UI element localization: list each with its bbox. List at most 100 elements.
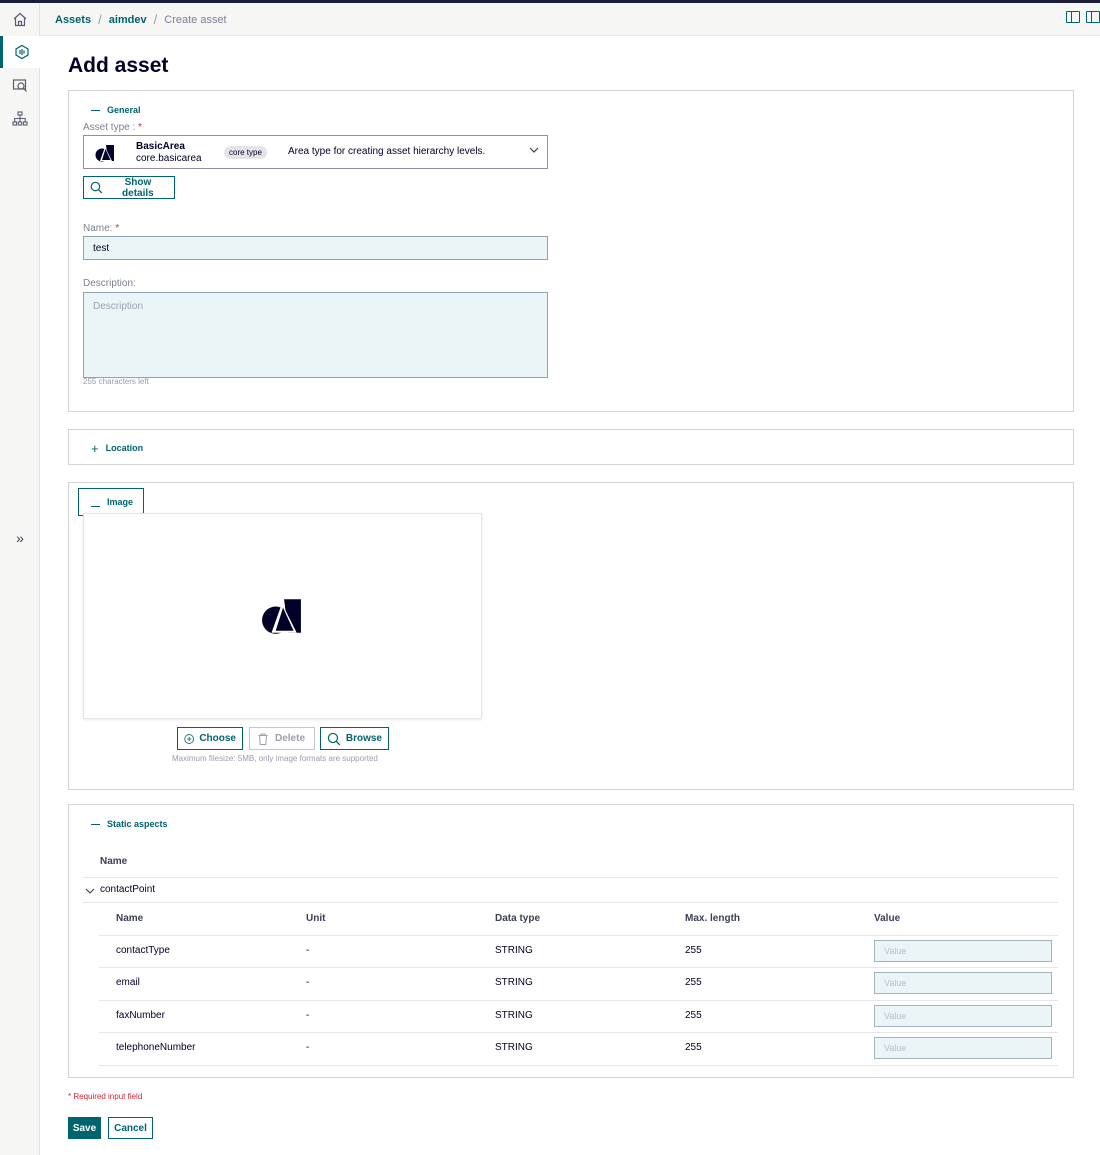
search-icon	[90, 181, 103, 194]
required-field-note: * Required input field	[68, 1092, 143, 1101]
breadcrumb-assets[interactable]: Assets	[55, 14, 91, 26]
delete-label: Delete	[275, 733, 306, 744]
location-panel: + Location	[68, 429, 1074, 465]
row-type: STRING	[495, 977, 533, 988]
basic-area-logo-icon	[95, 145, 114, 162]
description-field[interactable]: Description	[83, 292, 548, 378]
column-max-length: Max. length	[685, 913, 741, 924]
breadcrumb-separator: /	[98, 12, 102, 27]
show-details-button[interactable]: Show details	[83, 176, 175, 199]
row-max: 255	[685, 977, 702, 988]
row-type: STRING	[495, 945, 533, 956]
column-value: Value	[874, 913, 901, 924]
row-name: email	[116, 977, 140, 988]
chevron-down-icon	[529, 147, 539, 153]
name-field[interactable]: test	[83, 236, 548, 260]
outer-name-header: Name	[100, 856, 128, 867]
asset-manager-icon[interactable]	[0, 36, 40, 68]
right-panel-toggle-icon[interactable]	[1086, 11, 1100, 23]
add-circle-icon	[184, 733, 194, 744]
home-icon[interactable]	[0, 3, 40, 35]
basic-area-logo-icon	[262, 599, 301, 634]
image-section-head: Image	[91, 497, 133, 507]
row-name: contactType	[116, 945, 170, 956]
section-label: General	[107, 105, 141, 115]
row-max: 255	[685, 1042, 702, 1053]
browse-image-button[interactable]: Browse	[320, 727, 389, 750]
collapse-icon	[91, 109, 100, 111]
column-name: Name	[116, 913, 144, 924]
general-section-toggle[interactable]: General	[91, 105, 141, 115]
row-type: STRING	[495, 1042, 533, 1053]
collapse-icon	[91, 823, 100, 825]
description-label: Description:	[83, 278, 136, 289]
divider	[83, 877, 1058, 878]
contact-point-group-toggle[interactable]: contactPoint	[83, 883, 283, 899]
breadcrumb-aimdev[interactable]: aimdev	[109, 14, 147, 26]
hierarchy-icon[interactable]	[0, 102, 40, 134]
column-data-type: Data type	[495, 913, 541, 924]
row-name: faxNumber	[116, 1010, 165, 1021]
divider	[99, 1065, 1058, 1066]
search-view-icon[interactable]	[0, 69, 40, 101]
layout-toggles	[1066, 11, 1100, 23]
breadcrumb-separator: /	[153, 12, 158, 27]
static-aspects-panel: Static aspects Name contactPoint Name Un…	[68, 804, 1074, 1078]
collapse-icon	[91, 505, 100, 507]
row-unit: -	[306, 1010, 310, 1021]
row-unit: -	[306, 977, 310, 988]
image-section-toggle[interactable]: Image	[78, 488, 144, 516]
asset-type-label-text: Asset type :	[83, 122, 136, 133]
value-input-contact-type[interactable]: Value	[874, 940, 1052, 962]
row-unit: -	[306, 1042, 310, 1053]
delete-image-button[interactable]: Delete	[249, 727, 315, 750]
divider	[99, 1000, 1058, 1001]
cancel-button[interactable]: Cancel	[108, 1117, 153, 1139]
left-app-rail: »	[0, 3, 40, 1155]
asset-type-label: Asset type : *	[83, 122, 142, 133]
row-max: 255	[685, 945, 702, 956]
left-panel-toggle-icon[interactable]	[1066, 11, 1080, 23]
choose-label: Choose	[199, 733, 236, 744]
chars-left-hint: 255 characters left	[83, 377, 149, 386]
name-label-text: Name:	[83, 223, 113, 234]
breadcrumb: Assets / aimdev / Create asset	[55, 12, 227, 27]
show-details-label: Show details	[122, 176, 154, 199]
core-type-chip: core type	[224, 146, 267, 159]
image-filesize-hint: Maximum filesize: 5MB, only image format…	[172, 754, 378, 763]
name-label: Name: *	[83, 223, 119, 234]
header-bar: Assets / aimdev / Create asset	[40, 3, 1100, 36]
asset-type-id: core.basicarea	[136, 153, 202, 164]
group-name: contactPoint	[100, 884, 156, 895]
location-section-toggle[interactable]: + Location	[91, 440, 143, 456]
row-unit: -	[306, 945, 310, 956]
divider	[99, 935, 1058, 936]
choose-image-button[interactable]: Choose	[177, 727, 243, 750]
chevron-down-icon	[85, 888, 95, 894]
asset-type-description: Area type for creating asset hierarchy l…	[288, 146, 486, 157]
section-label: Image	[107, 497, 134, 507]
divider	[99, 1032, 1058, 1033]
row-max: 255	[685, 1010, 702, 1021]
row-name: telephoneNumber	[116, 1042, 196, 1053]
divider	[99, 967, 1058, 968]
value-input-email[interactable]: Value	[874, 972, 1052, 994]
column-unit: Unit	[306, 913, 326, 924]
main-content: Add asset General Asset type : * BasicAr…	[40, 36, 1100, 1155]
value-input-telephone-number[interactable]: Value	[874, 1037, 1052, 1059]
save-button[interactable]: Save	[68, 1117, 101, 1139]
value-input-fax-number[interactable]: Value	[874, 1005, 1052, 1027]
static-aspects-section-toggle[interactable]: Static aspects	[91, 819, 168, 829]
asset-type-select[interactable]: BasicArea core.basicarea core type Area …	[83, 135, 548, 169]
row-type: STRING	[495, 1010, 533, 1021]
expand-rail-icon[interactable]: »	[0, 528, 40, 548]
general-panel: General Asset type : * BasicArea core.ba…	[68, 90, 1074, 412]
image-panel: Image Choose Delete Browse Maximum files…	[68, 482, 1074, 790]
required-mark: *	[138, 122, 142, 133]
trash-icon	[258, 733, 268, 745]
expand-plus-icon: +	[91, 440, 99, 456]
breadcrumb-current: Create asset	[164, 13, 227, 26]
asset-type-name: BasicArea	[136, 141, 185, 152]
section-label: Static aspects	[107, 819, 168, 829]
page-title: Add asset	[68, 54, 169, 77]
